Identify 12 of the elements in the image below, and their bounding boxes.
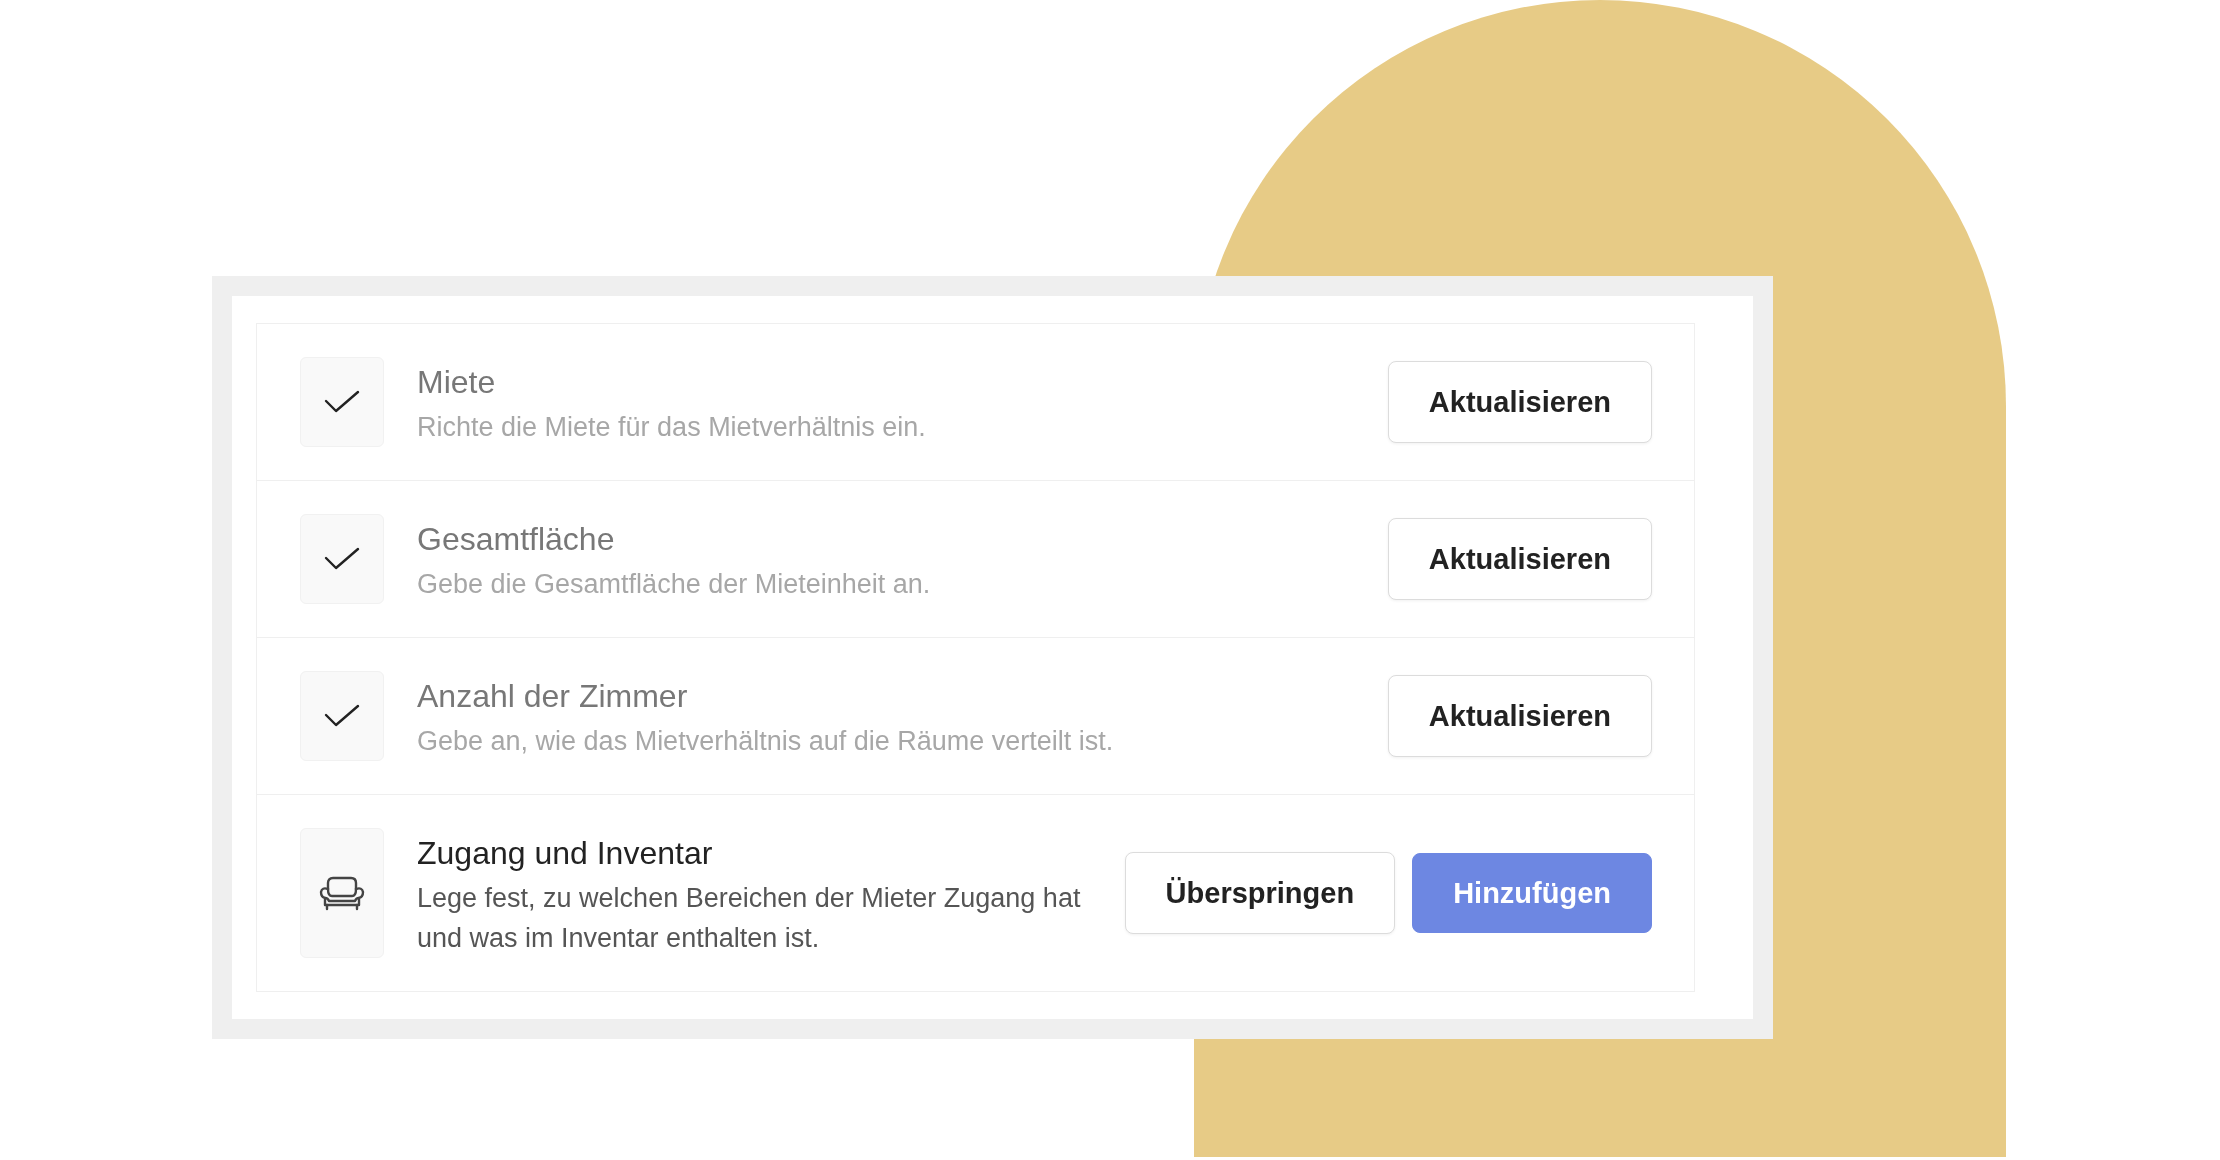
task-description: Richte die Miete für das Mietverhältnis ein. (417, 411, 927, 444)
task-description: Lege fest, zu welchen Bereichen der Mieter Zugang hat und was im Inventar enthalten ist. (417, 882, 1082, 955)
task-title: Zugang und Inventar (417, 834, 713, 873)
task-title: Miete (417, 363, 496, 402)
action-button[interactable]: Aktualisieren (1387, 675, 1652, 757)
action-button[interactable]: Aktualisieren (1387, 518, 1652, 600)
task-description: Gebe die Gesamtfläche der Mieteinheit an. (417, 568, 932, 601)
task-description: Gebe an, wie das Mietverhältnis auf die Räume verteilt ist. (417, 725, 1115, 758)
task-title: Gesamtfläche (417, 520, 615, 559)
task-title: Anzahl der Zimmer (417, 677, 688, 716)
action-button[interactable]: Aktualisieren (1387, 361, 1652, 443)
action-button[interactable]: Überspringen (1124, 852, 1396, 934)
